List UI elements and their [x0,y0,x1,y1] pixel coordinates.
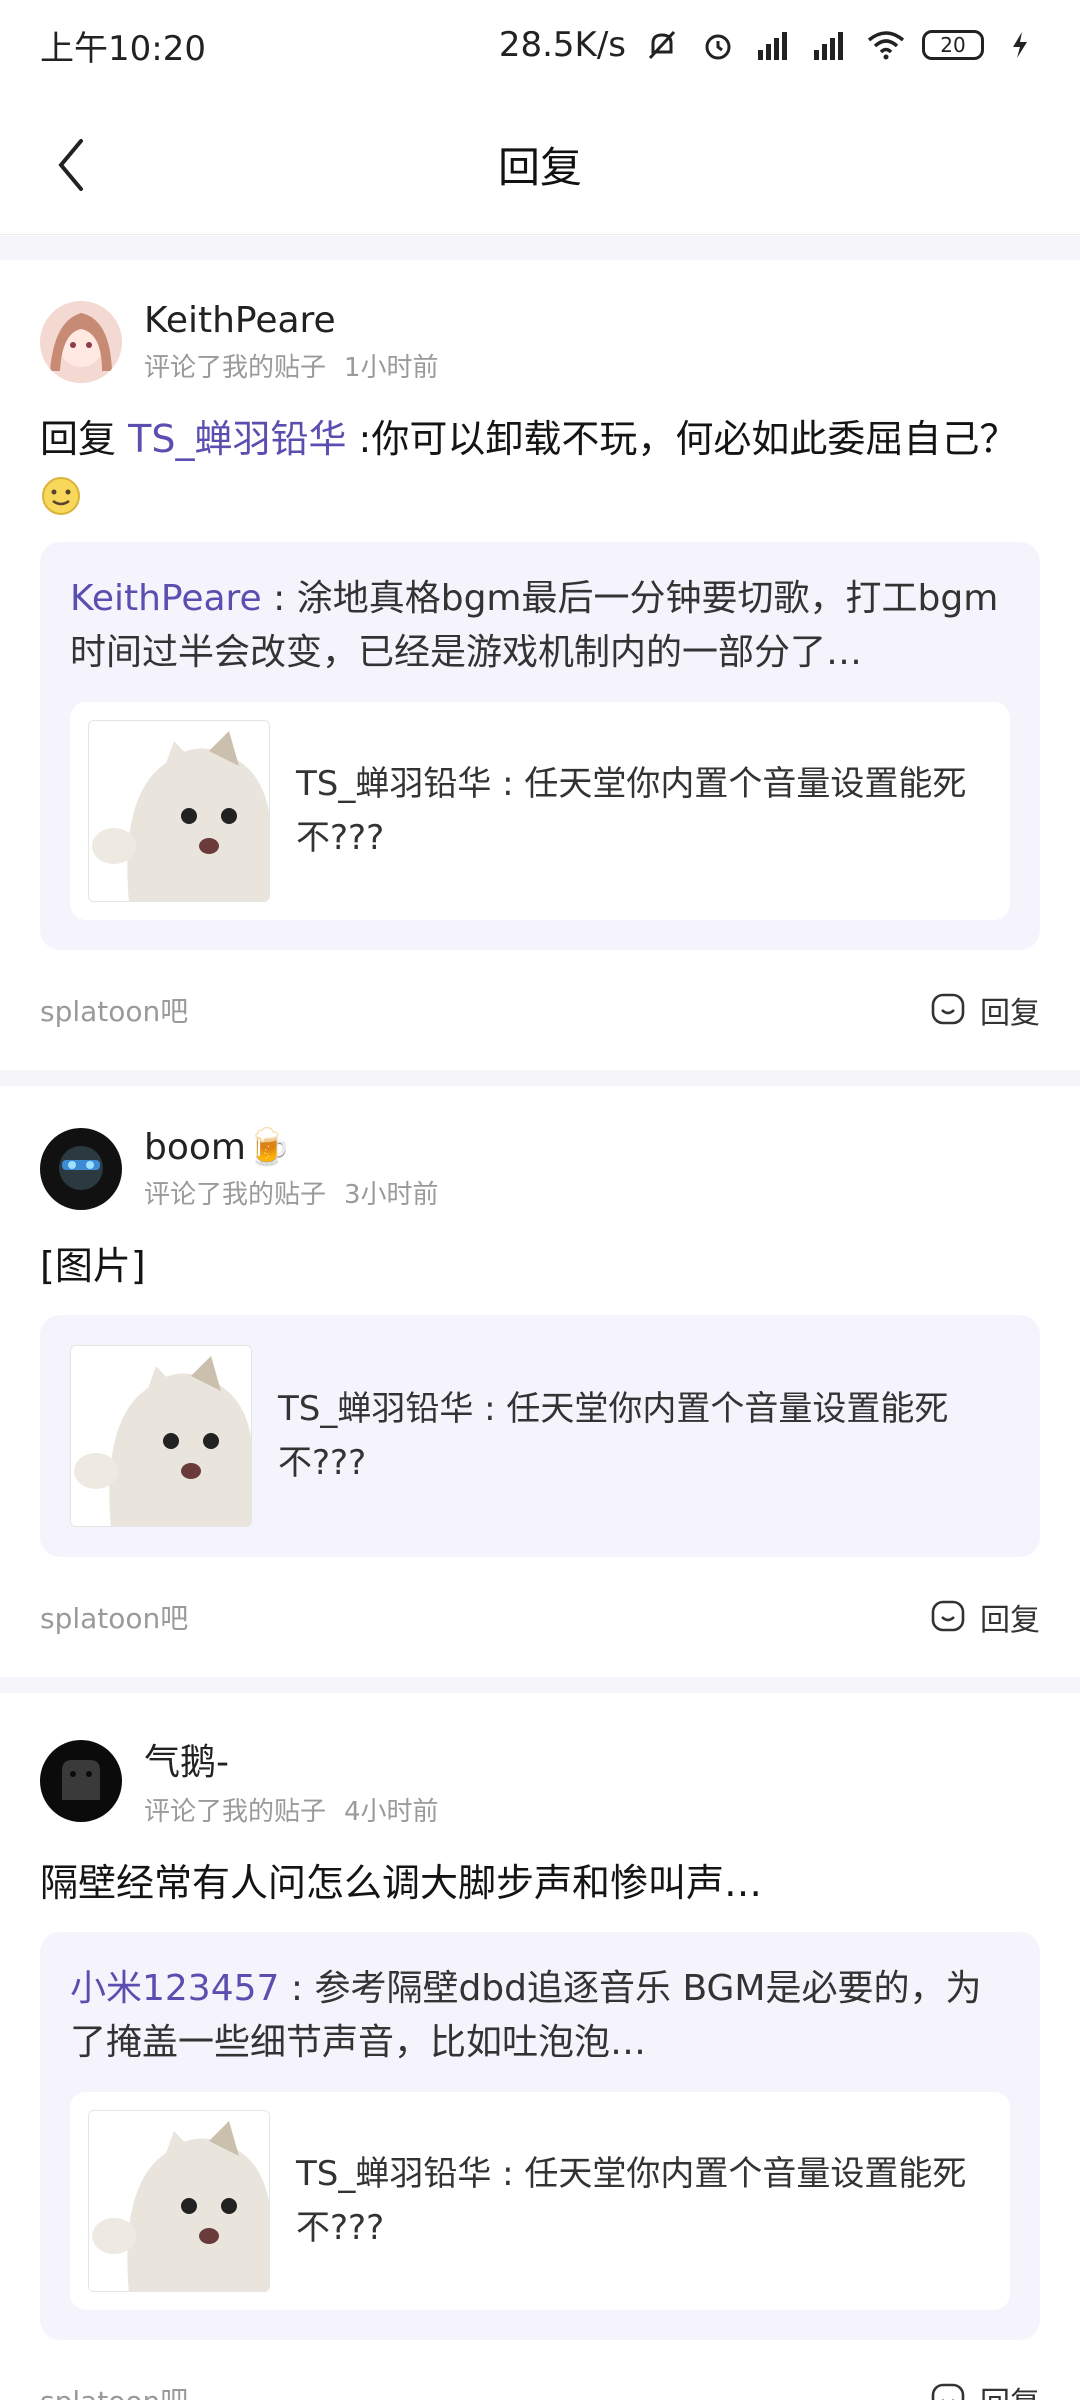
avatar[interactable] [40,1127,122,1210]
quoted-post[interactable]: TS_蝉羽铅华 : 任天堂你内置个音量设置能死不??? [40,1315,1040,1557]
timestamp: 4小时前 [344,1797,439,1827]
signal-icon-2 [810,25,850,65]
reply-content: [图片] [40,1244,146,1288]
action-text: 评论了我的贴子 [144,1180,327,1210]
reply-button[interactable]: 回复 [930,988,1040,1032]
quote-username[interactable]: KeithPeare [70,578,262,619]
forum-name[interactable]: splatoon吧 [40,990,188,1030]
signal-icon [754,25,794,65]
quote-username[interactable]: 小米123457 [70,1968,279,2009]
original-post-text: TS_蝉羽铅华 : 任天堂你内置个音量设置能死不??? [296,764,967,858]
wifi-icon [866,25,906,65]
username[interactable]: 气鹅- [144,1733,439,1785]
forum-name[interactable]: splatoon吧 [40,1597,188,1637]
timestamp: 3小时前 [344,1180,439,1210]
chevron-left-icon [58,139,83,191]
mute-bell-icon [642,25,682,65]
username[interactable]: boom🍺 [144,1126,439,1168]
action-text: 评论了我的贴子 [144,353,327,383]
comment-icon [931,993,965,1025]
quoted-comment[interactable]: 小米123457 : 参考隔壁dbd追逐音乐 BGM是必要的，为了掩盖一些细节声… [40,1932,1040,2340]
comment-icon [931,1600,965,1632]
reply-card[interactable]: boom🍺 评论了我的贴子 3小时前 [图片] TS_蝉羽铅华 : 任天堂你内置个… [0,1086,1080,1677]
original-post[interactable]: TS_蝉羽铅华 : 任天堂你内置个音量设置能死不??? [70,1345,1010,1527]
original-post[interactable]: TS_蝉羽铅华 : 任天堂你内置个音量设置能死不??? [70,2092,1010,2310]
alarm-icon [698,25,738,65]
action-text: 评论了我的贴子 [144,1797,327,1827]
reply-card[interactable]: KeithPeare 评论了我的贴子 1小时前 回复 TS_蝉羽铅华 :你可以卸载… [0,260,1080,1070]
username[interactable]: KeithPeare [144,300,439,341]
avatar[interactable] [40,1739,122,1822]
post-thumbnail [88,720,270,902]
post-thumbnail [70,1345,252,1527]
back-button[interactable] [40,135,100,195]
smile-emoji-icon [40,475,82,517]
reply-content: 隔壁经常有人问怎么调大脚步声和惨叫声… [40,1861,763,1905]
original-post-text: TS_蝉羽铅华 : 任天堂你内置个音量设置能死不??? [278,1389,949,1483]
post-thumbnail [88,2110,270,2292]
timestamp: 1小时前 [344,353,439,383]
original-post-text: TS_蝉羽铅华 : 任天堂你内置个音量设置能死不??? [296,2154,967,2248]
battery-icon: 20 [922,30,984,60]
comment-icon [931,2383,965,2400]
original-post[interactable]: TS_蝉羽铅华 : 任天堂你内置个音量设置能死不??? [70,702,1010,920]
battery-level: 20 [940,33,966,57]
reply-content: 回复 TS_蝉羽铅华 :你可以卸载不玩，何必如此委屈自己？ [40,412,1040,520]
forum-name[interactable]: splatoon吧 [40,2380,188,2400]
reply-button[interactable]: 回复 [930,2378,1040,2400]
status-bar: 上午10:20 28.5K/s 20 [0,0,1080,90]
reply-feed[interactable]: KeithPeare 评论了我的贴子 1小时前 回复 TS_蝉羽铅华 :你可以卸载… [0,236,1080,2400]
status-time: 上午10:20 [40,28,206,69]
nav-bar: 回复 [0,95,1080,235]
avatar[interactable] [40,301,122,383]
reply-card[interactable]: 气鹅- 评论了我的贴子 4小时前 隔壁经常有人问怎么调大脚步声和惨叫声… 小米12… [0,1693,1080,2400]
charging-icon [1000,25,1040,65]
page-title: 回复 [497,143,582,192]
mention-link[interactable]: TS_蝉羽铅华 [128,417,346,461]
network-speed: 28.5K/s [498,25,626,65]
reply-button[interactable]: 回复 [930,1595,1040,1639]
quoted-comment[interactable]: KeithPeare : 涂地真格bgm最后一分钟要切歌，打工bgm时间过半会改… [40,542,1040,950]
